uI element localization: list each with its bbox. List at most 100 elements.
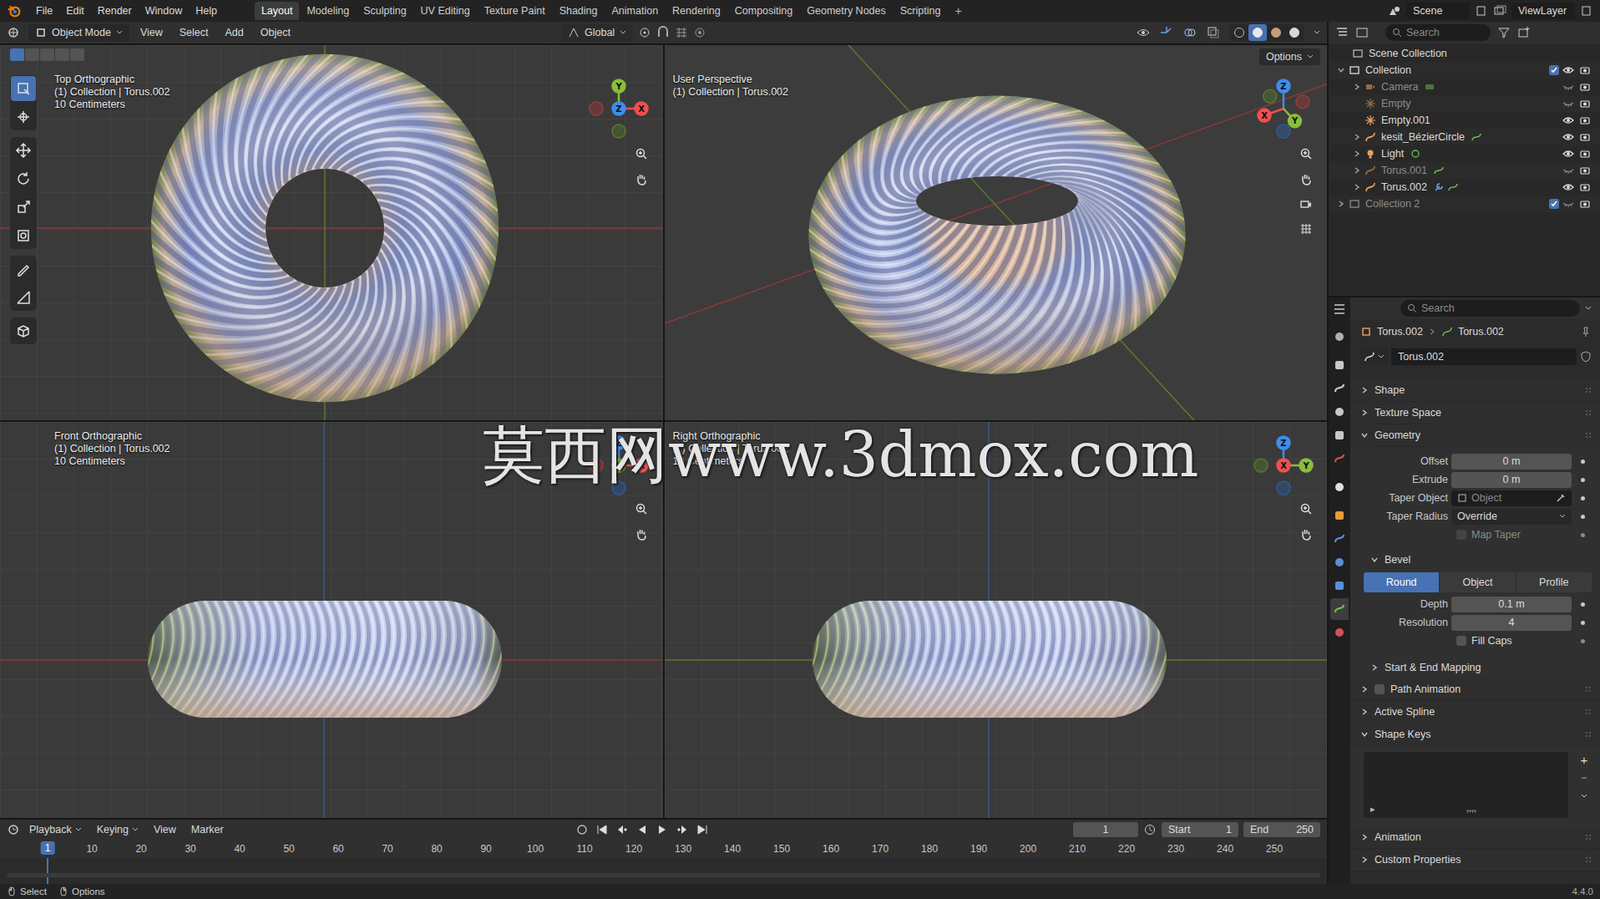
workspace-tab[interactable]: Shading	[552, 1, 605, 21]
outliner-item-name[interactable]: Light	[1381, 147, 1404, 160]
workspace-tab[interactable]: Compositing	[728, 1, 800, 21]
zoom-button[interactable]	[629, 142, 654, 165]
timeline-menu[interactable]: Marker	[185, 820, 230, 838]
blender-logo-icon[interactable]	[6, 3, 22, 19]
record-icon[interactable]	[575, 822, 589, 836]
shading-mode-button[interactable]	[1230, 24, 1249, 41]
selection-mode-button[interactable]	[10, 48, 25, 61]
outliner-row[interactable]: Light	[1328, 145, 1600, 163]
header-menu[interactable]: Select	[173, 24, 215, 41]
navigation-gizmo[interactable]: ZXY	[1250, 75, 1317, 142]
properties-tab[interactable]	[1330, 475, 1349, 498]
timeline-menu[interactable]: Playback	[23, 820, 88, 838]
properties-tab[interactable]	[1330, 377, 1349, 400]
bevel-mode-button[interactable]: Object	[1439, 572, 1516, 593]
exclude-checkbox[interactable]	[1546, 181, 1562, 193]
expand-toggle[interactable]	[1352, 149, 1365, 158]
bevel-mode-button[interactable]: Round	[1363, 572, 1440, 593]
outliner-item-name[interactable]: Collection	[1365, 64, 1412, 76]
expand-toggle[interactable]	[1352, 166, 1365, 175]
panel-header[interactable]: Path Animation	[1350, 678, 1600, 701]
bevel-subpanel-header[interactable]: Bevel	[1350, 548, 1600, 571]
outliner-search[interactable]: Search	[1385, 24, 1491, 41]
keyframe-dot[interactable]	[1580, 496, 1585, 501]
properties-tab[interactable]	[1330, 551, 1349, 573]
axis-ball[interactable]	[1276, 124, 1291, 138]
pin-icon[interactable]	[1579, 325, 1592, 338]
render-toggle[interactable]	[1579, 181, 1595, 193]
header-menu[interactable]: Add	[219, 24, 250, 41]
properties-tab[interactable]	[1330, 354, 1349, 376]
torus-object[interactable]	[803, 91, 1191, 378]
playhead[interactable]: 1	[40, 840, 56, 855]
keyframe-dot[interactable]	[1580, 477, 1585, 482]
tool-button[interactable]	[10, 137, 36, 163]
workspace-tab[interactable]: Texture Paint	[477, 1, 552, 21]
properties-tab[interactable]	[1330, 400, 1349, 423]
timeline-track[interactable]: 1020304050607080901001101201301401501601…	[0, 839, 1327, 884]
layers-icon[interactable]	[1493, 4, 1507, 18]
render-toggle[interactable]	[1579, 114, 1595, 127]
mode-dropdown[interactable]: Object Mode	[28, 24, 130, 41]
properties-tab[interactable]	[1330, 597, 1349, 620]
visibility-toggle[interactable]	[1563, 181, 1579, 193]
properties-tab[interactable]	[1330, 621, 1349, 644]
expand-toggle[interactable]	[1352, 132, 1365, 142]
outliner-item-name[interactable]: Empty.001	[1381, 114, 1431, 127]
visibility-toggle[interactable]	[1563, 147, 1579, 160]
workspace-tab[interactable]: Scripting	[893, 1, 948, 21]
axis-ball[interactable]	[1254, 458, 1268, 472]
properties-tab[interactable]	[1330, 574, 1349, 597]
timeline-editor-icon[interactable]	[6, 822, 21, 836]
outliner-row[interactable]: Torus.001	[1328, 162, 1600, 179]
orientation-dropdown[interactable]: Global	[561, 24, 633, 41]
render-toggle[interactable]	[1579, 131, 1595, 143]
outliner-row[interactable]: Collection	[1328, 61, 1600, 79]
tool-button[interactable]	[10, 194, 36, 220]
panel-header[interactable]: Shape Keys	[1350, 723, 1600, 746]
outliner-editor-icon[interactable]	[1335, 25, 1349, 40]
menu-item[interactable]: File	[30, 2, 59, 20]
zoom-button[interactable]	[1294, 142, 1318, 165]
expand-toggle[interactable]	[1352, 82, 1365, 92]
panel-header[interactable]: Geometry	[1350, 424, 1600, 447]
exclude-checkbox[interactable]	[1546, 131, 1562, 143]
datablock-name-field[interactable]: Torus.002	[1391, 348, 1577, 365]
timeline-menu[interactable]: Keying	[91, 820, 145, 838]
render-toggle[interactable]	[1579, 64, 1595, 76]
start-frame-field[interactable]: Start1	[1161, 821, 1239, 837]
menu-item[interactable]: Render	[91, 2, 138, 20]
curve-data-icon[interactable]	[1448, 182, 1459, 193]
axis-ball[interactable]: Z	[612, 435, 626, 450]
axis-ball[interactable]: X	[1257, 108, 1271, 122]
end-frame-field[interactable]: End250	[1243, 821, 1321, 837]
navigation-gizmo[interactable]: YXZ	[585, 75, 653, 142]
eyedropper-icon[interactable]	[1555, 492, 1566, 503]
tool-button[interactable]	[10, 256, 36, 282]
browse-datablock[interactable]	[1360, 348, 1388, 365]
drag-grip[interactable]	[1584, 708, 1592, 715]
remove-shape-key-button[interactable]	[1576, 769, 1592, 785]
render-toggle[interactable]	[1579, 147, 1595, 160]
axis-ball[interactable]: X	[634, 458, 649, 472]
projection-button[interactable]	[1294, 217, 1318, 240]
visibility-toggle[interactable]	[1563, 164, 1579, 177]
subpanel-header[interactable]: Start & End Mapping	[1350, 655, 1600, 679]
outliner-row[interactable]: kesit_BézierCircle	[1328, 128, 1600, 146]
scene-icon[interactable]	[1387, 4, 1402, 18]
play-icon[interactable]	[655, 822, 669, 836]
jump-end-icon[interactable]	[695, 822, 709, 836]
navigation-gizmo[interactable]: ZXY	[585, 431, 653, 499]
exclude-checkbox[interactable]	[1546, 64, 1562, 76]
outliner-row[interactable]: Collection 2	[1328, 195, 1600, 213]
outliner-row[interactable]: Scene Collection	[1328, 45, 1600, 62]
xray-icon[interactable]	[1206, 25, 1221, 40]
header-menu[interactable]: Object	[254, 24, 297, 41]
property-field[interactable]: 0.1 m	[1451, 596, 1572, 613]
workspace-tab[interactable]: Animation	[605, 1, 666, 21]
exclude-checkbox[interactable]	[1546, 114, 1562, 127]
curve-data-icon[interactable]	[1471, 131, 1482, 142]
prev-key-icon[interactable]	[615, 822, 629, 836]
current-frame-field[interactable]: 1	[1073, 821, 1139, 837]
outliner-item-name[interactable]: Collection 2	[1365, 197, 1420, 210]
